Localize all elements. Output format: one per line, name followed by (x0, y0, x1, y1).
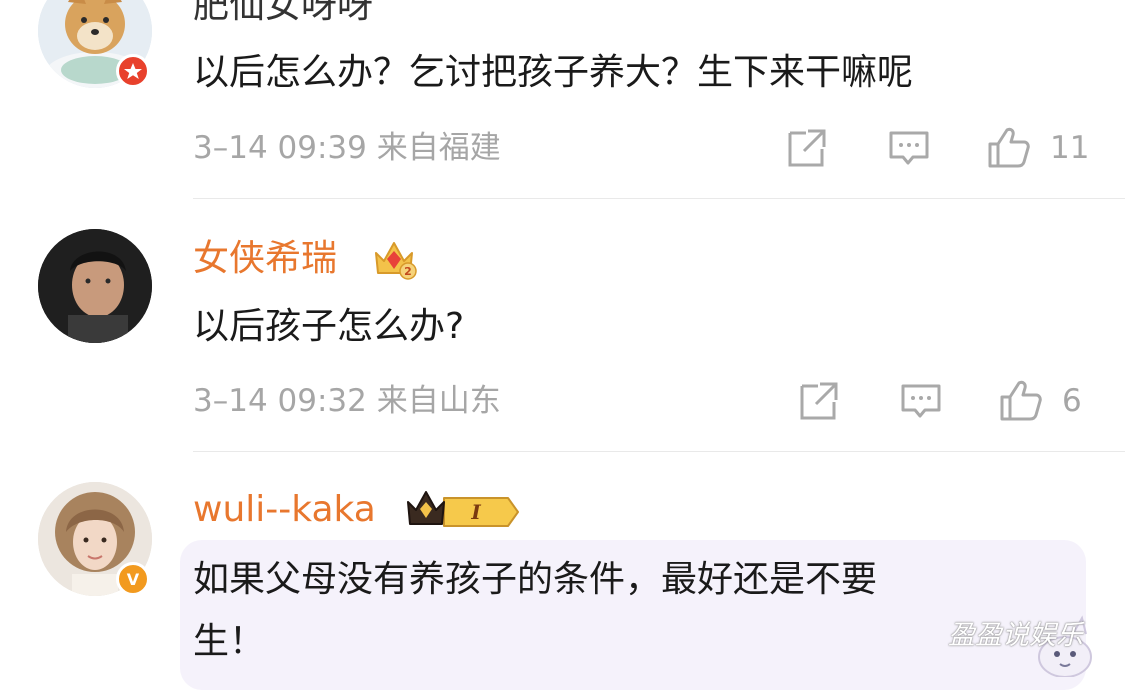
like-count: 11 (1050, 130, 1090, 166)
watermark: 盈盈说娱乐 (948, 620, 1083, 651)
share-icon[interactable] (784, 125, 830, 171)
red-verified-badge (116, 54, 150, 88)
comment-text-line-1: 如果父母没有养孩子的条件，最好还是不要 (193, 559, 878, 600)
comment-text: 以后孩子怎么办? (193, 306, 465, 347)
share-icon[interactable] (796, 378, 842, 424)
thumbs-up-icon[interactable] (998, 377, 1044, 423)
username[interactable]: 肥仙女呀呀 (193, 0, 373, 26)
thumbs-up-icon[interactable] (986, 124, 1032, 170)
man-portrait-avatar-icon (38, 229, 152, 343)
comment-item-2: 女侠希瑞 2 以后孩子怎么办? 3–14 09:32 来自山东 6 (0, 199, 1125, 451)
comment-icon[interactable] (886, 125, 932, 171)
crown-level-label: 2 (404, 265, 412, 278)
like-count: 6 (1062, 383, 1082, 419)
username[interactable]: 女侠希瑞 (193, 239, 337, 279)
comment-meta: 3–14 09:39 来自福建 (193, 130, 501, 166)
v-verified-icon: V (127, 570, 140, 589)
star-icon (124, 63, 142, 79)
badge-letter: V (127, 570, 140, 589)
orange-v-badge: V (116, 562, 150, 596)
username[interactable]: wuli--kaka (193, 490, 376, 530)
comment-item-1: 肥仙女呀呀 以后怎么办？乞讨把孩子养大？生下来干嘛呢 3–14 09:39 来自… (0, 0, 1125, 198)
vip-crown-icon: I (407, 491, 519, 527)
avatar[interactable] (38, 229, 152, 343)
comment-text-line-2: 生！ (193, 621, 266, 662)
vip-crown-icon: 2 (375, 242, 417, 280)
crown-level-label: I (470, 500, 481, 524)
comment-text: 以后怎么办？乞讨把孩子养大？生下来干嘛呢 (193, 52, 914, 93)
comment-meta: 3–14 09:32 来自山东 (193, 383, 501, 419)
comment-icon[interactable] (898, 378, 944, 424)
